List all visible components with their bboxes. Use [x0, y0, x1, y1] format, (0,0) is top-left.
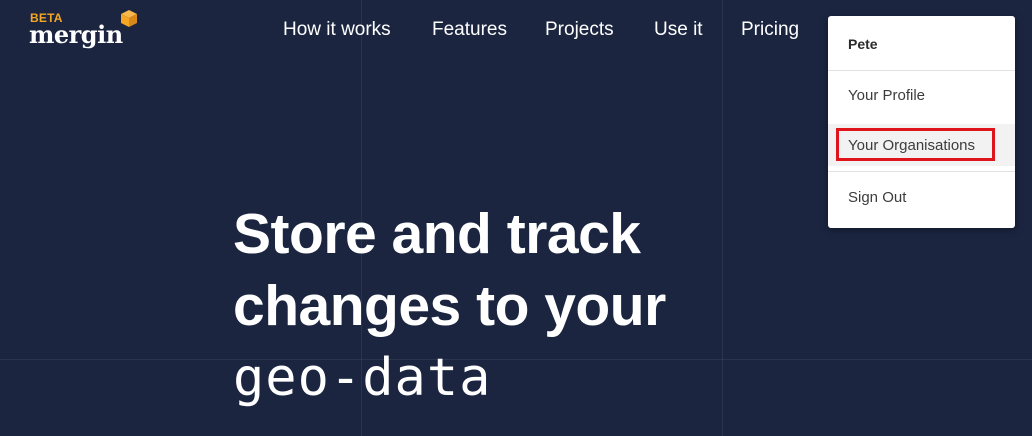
menu-item-label: Your Organisations [848, 137, 976, 154]
menu-item-your-organisations[interactable]: Your Organisations [828, 124, 1015, 166]
nav-use-it[interactable]: Use it [654, 19, 703, 41]
menu-item-label: Your Profile [848, 87, 925, 104]
cube-icon [121, 10, 137, 27]
user-dropdown-menu: Pete Your Profile Your Organisations Sig… [828, 16, 1015, 228]
logo-wordmark: mergin [29, 20, 123, 49]
grid-line [722, 0, 723, 436]
hero-line-2: changes to your [233, 274, 666, 338]
hero-line-1: Store and track [233, 202, 641, 266]
menu-item-label: Sign Out [848, 189, 907, 206]
menu-item-sign-out[interactable]: Sign Out [828, 176, 1015, 218]
hero-heading: Store and track changes to your geo-data [233, 198, 666, 414]
nav-pricing[interactable]: Pricing [741, 19, 799, 41]
nav-projects[interactable]: Projects [545, 19, 614, 41]
mergin-logo[interactable]: BETA mergin [28, 9, 140, 55]
dropdown-username: Pete [848, 36, 878, 52]
divider [828, 171, 1015, 172]
hero-line-3: geo-data [233, 348, 492, 408]
menu-item-your-profile[interactable]: Your Profile [828, 74, 1015, 116]
nav-features[interactable]: Features [432, 19, 507, 41]
nav-how-it-works[interactable]: How it works [283, 19, 391, 41]
divider [828, 70, 1015, 71]
